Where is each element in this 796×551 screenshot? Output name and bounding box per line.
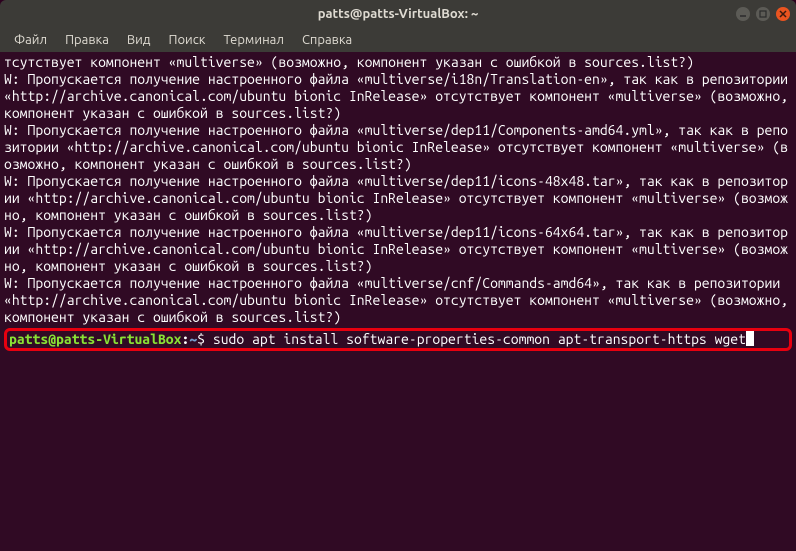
menubar: Файл Правка Вид Поиск Терминал Справка bbox=[0, 28, 796, 52]
prompt-path: ~ bbox=[189, 331, 197, 347]
menu-help[interactable]: Справка bbox=[294, 30, 360, 50]
menu-search[interactable]: Поиск bbox=[160, 30, 213, 50]
menu-edit[interactable]: Правка bbox=[57, 30, 117, 50]
close-icon bbox=[779, 10, 787, 18]
maximize-icon bbox=[759, 10, 767, 18]
output-line: W: Пропускается получение настроенного ф… bbox=[4, 122, 788, 172]
titlebar: patts@patts-VirtualBox: ~ bbox=[0, 0, 796, 28]
prompt-dollar: $ bbox=[197, 331, 205, 347]
window-controls bbox=[736, 7, 790, 21]
cursor bbox=[746, 331, 754, 346]
menu-terminal[interactable]: Терминал bbox=[215, 30, 291, 50]
command-highlight: patts@patts-VirtualBox:~$ sudo apt insta… bbox=[4, 328, 792, 351]
maximize-button[interactable] bbox=[756, 7, 770, 21]
command-text: sudo apt install software-properties-com… bbox=[205, 331, 746, 347]
menu-file[interactable]: Файл bbox=[6, 30, 55, 50]
window-title: patts@patts-VirtualBox: ~ bbox=[318, 7, 479, 21]
minimize-icon bbox=[739, 10, 747, 18]
output-line: W: Пропускается получение настроенного ф… bbox=[4, 224, 788, 274]
terminal-body[interactable]: тсутствует компонент «multiverse» (возмо… bbox=[0, 52, 796, 551]
output-line: W: Пропускается получение настроенного ф… bbox=[4, 275, 796, 325]
output-line: W: Пропускается получение настроенного ф… bbox=[4, 173, 788, 223]
menu-view[interactable]: Вид bbox=[119, 30, 159, 50]
terminal-window: patts@patts-VirtualBox: ~ Файл Правка Ви… bbox=[0, 0, 796, 551]
prompt-user-host: patts@patts-VirtualBox bbox=[9, 331, 181, 347]
close-button[interactable] bbox=[776, 7, 790, 21]
output-line: тсутствует компонент «multiverse» (возмо… bbox=[4, 54, 694, 70]
minimize-button[interactable] bbox=[736, 7, 750, 21]
output-line: W: Пропускается получение настроенного ф… bbox=[4, 71, 796, 121]
